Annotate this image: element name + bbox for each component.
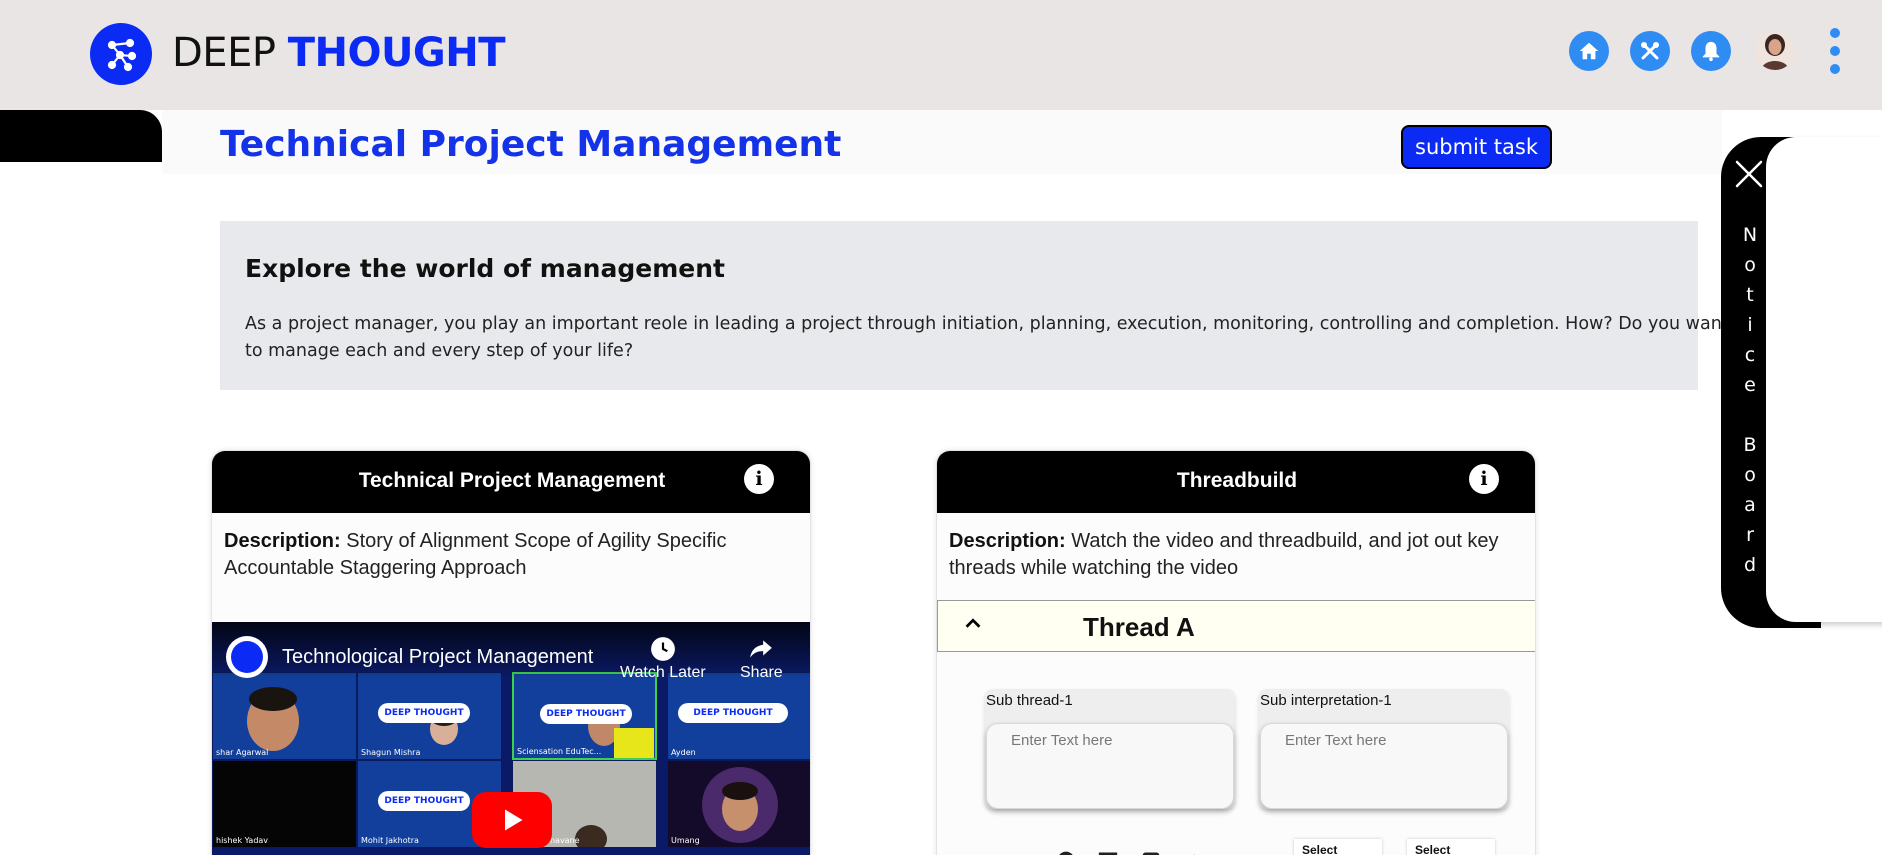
participant-name: Shagun Mishra xyxy=(361,748,421,757)
brand-logo-text[interactable]: DEEP THOUGHT xyxy=(172,30,506,76)
thread-title: Thread A xyxy=(1083,612,1195,642)
image-icon[interactable] xyxy=(1097,847,1119,855)
video-tile: DEEP THOUGHT Sciensation EduTec... xyxy=(512,672,657,760)
sub-thread-label: Sub thread-1 xyxy=(986,692,1073,709)
triangle-icon[interactable] xyxy=(1183,847,1205,855)
description-label: Description: xyxy=(949,530,1066,552)
sidebar xyxy=(0,162,162,855)
card-threadbuild: Threadbuild i Description: Watch the vid… xyxy=(936,450,1536,855)
participant-name: Umang xyxy=(671,836,700,845)
notice-letter: B xyxy=(1743,434,1757,456)
select-dropdown-1[interactable]: Select xyxy=(1294,839,1382,855)
home-icon[interactable] xyxy=(1569,31,1609,71)
notice-letter: t xyxy=(1746,284,1754,306)
notice-letter: c xyxy=(1744,344,1756,366)
intro-heading: Explore the world of management xyxy=(245,254,725,283)
play-icon[interactable] xyxy=(472,792,552,848)
notice-letter: r xyxy=(1746,524,1754,546)
brand-pill: DEEP THOUGHT xyxy=(540,704,632,724)
lock-icon[interactable] xyxy=(1140,847,1162,855)
video-tile: shar Agarwal xyxy=(212,672,357,760)
avatar[interactable] xyxy=(1755,30,1795,70)
participant-name: hishek Yadav xyxy=(216,836,269,845)
participant-name: Mohit Jakhotra xyxy=(361,836,419,845)
chevron-up-icon[interactable] xyxy=(962,613,984,635)
info-icon[interactable]: i xyxy=(744,464,774,494)
notice-board-label[interactable]: N o t i c e B o a r d xyxy=(1736,220,1764,580)
notice-letter: o xyxy=(1744,464,1756,486)
card-title: Technical Project Management xyxy=(358,469,666,492)
participant-name: shar Agarwal xyxy=(216,748,269,757)
video-tile: Umang xyxy=(667,760,810,848)
circle-icon[interactable] xyxy=(1055,847,1077,855)
notice-letter: N xyxy=(1742,224,1758,246)
card-header: Technical Project Management i xyxy=(212,451,810,513)
intro-text: As a project manager, you play an import… xyxy=(245,314,1729,361)
participant-name: Sciensation EduTec... xyxy=(517,747,602,756)
brand-pill: DEEP THOUGHT xyxy=(678,703,788,723)
video-title[interactable]: Technological Project Management xyxy=(282,646,593,669)
logo-icon[interactable] xyxy=(90,23,152,85)
channel-logo-icon[interactable] xyxy=(226,636,268,678)
notice-letter: o xyxy=(1744,254,1756,276)
card-header: Threadbuild i xyxy=(937,451,1535,513)
info-icon[interactable]: i xyxy=(1469,464,1499,494)
brand-pill: DEEP THOUGHT xyxy=(378,703,470,723)
video-tile: DEEP THOUGHT Ayden xyxy=(667,672,810,760)
page-title: Technical Project Management xyxy=(220,124,842,165)
card-description: Description: Watch the video and threadb… xyxy=(949,528,1509,582)
select-dropdown-2[interactable]: Select xyxy=(1407,839,1495,855)
share-label: Share xyxy=(740,664,783,681)
brand-pill: DEEP THOUGHT xyxy=(378,791,470,811)
video-tile: DEEP THOUGHT Shagun Mishra xyxy=(357,672,502,760)
tools-icon[interactable] xyxy=(1630,31,1670,71)
video-tile: hishek Yadav xyxy=(212,760,357,848)
kebab-menu-icon[interactable] xyxy=(1825,28,1845,74)
notice-letter: e xyxy=(1744,374,1756,396)
watch-later-button[interactable]: Watch Later xyxy=(620,636,706,682)
sub-interpretation-label: Sub interpretation-1 xyxy=(1260,692,1392,709)
notice-board-panel xyxy=(1766,137,1882,622)
sub-interpretation-input[interactable]: Enter Text here xyxy=(1260,723,1508,809)
notice-letter: i xyxy=(1747,314,1753,336)
video-player[interactable]: shar Agarwal DEEP THOUGHT Shagun Mishra … xyxy=(212,622,810,855)
participant-name: Ayden xyxy=(671,748,696,757)
close-icon[interactable] xyxy=(1733,158,1765,190)
bell-icon[interactable] xyxy=(1691,31,1731,71)
card-technical-project-management: Technical Project Management i Descripti… xyxy=(211,450,811,855)
card-title: Threadbuild xyxy=(1176,469,1298,492)
sidebar-toggle[interactable] xyxy=(0,110,162,162)
brand-first: DEEP xyxy=(172,30,276,76)
watch-later-label: Watch Later xyxy=(620,664,706,681)
submit-task-button[interactable]: submit task xyxy=(1401,125,1552,169)
notice-letter: d xyxy=(1743,554,1757,576)
share-button[interactable]: Share xyxy=(740,636,783,682)
brand-second: THOUGHT xyxy=(287,30,506,76)
card-description: Description: Story of Alignment Scope of… xyxy=(224,528,784,582)
sub-thread-input[interactable]: Enter Text here xyxy=(986,723,1234,809)
thread-accordion-header[interactable]: Thread A xyxy=(937,600,1535,652)
description-label: Description: xyxy=(224,530,341,552)
notice-letter: a xyxy=(1744,494,1756,516)
